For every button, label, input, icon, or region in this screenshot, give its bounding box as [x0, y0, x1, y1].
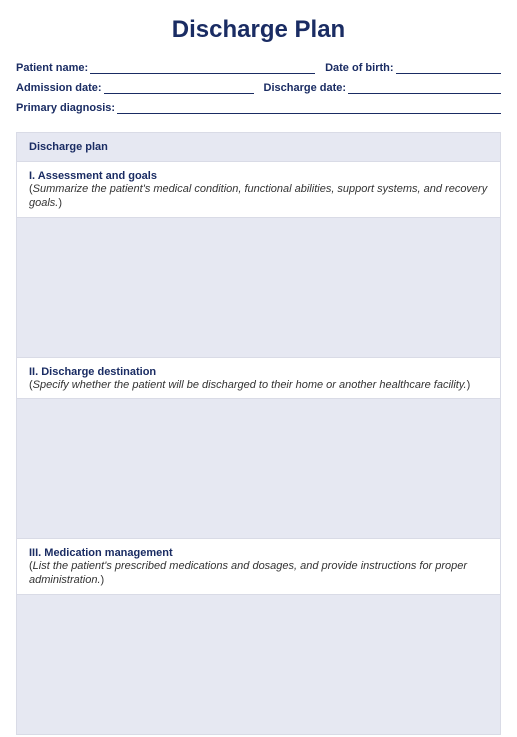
discharge-date-input[interactable]	[348, 80, 501, 94]
subsection-assessment: I. Assessment and goals (Summarize the p…	[17, 162, 500, 358]
subsection-header: I. Assessment and goals (Summarize the p…	[17, 162, 500, 217]
primary-diagnosis-label: Primary diagnosis:	[16, 102, 117, 114]
admission-date-field: Admission date:	[16, 80, 254, 94]
discharge-date-field: Discharge date:	[264, 80, 502, 94]
assessment-entry-area[interactable]	[17, 217, 500, 357]
subsection-instruction: (Specify whether the patient will be dis…	[29, 379, 488, 393]
dob-label: Date of birth:	[325, 62, 395, 74]
subsection-title: III. Medication management	[29, 547, 488, 559]
patient-name-label: Patient name:	[16, 62, 90, 74]
patient-name-input[interactable]	[90, 60, 315, 74]
admission-date-input[interactable]	[104, 80, 254, 94]
patient-info-block: Patient name: Date of birth: Admission d…	[16, 60, 501, 114]
subsection-medication: III. Medication management (List the pat…	[17, 539, 500, 734]
patient-name-field: Patient name:	[16, 60, 315, 74]
subsection-header: II. Discharge destination (Specify wheth…	[17, 358, 500, 399]
discharge-plan-section: Discharge plan I. Assessment and goals (…	[16, 132, 501, 735]
admission-date-label: Admission date:	[16, 82, 104, 94]
discharge-plan-header: Discharge plan	[17, 133, 500, 162]
info-row: Patient name: Date of birth:	[16, 60, 501, 74]
dob-input[interactable]	[396, 60, 501, 74]
destination-entry-area[interactable]	[17, 398, 500, 538]
subsection-title: I. Assessment and goals	[29, 170, 488, 182]
subsection-destination: II. Discharge destination (Specify wheth…	[17, 358, 500, 540]
info-row: Admission date: Discharge date:	[16, 80, 501, 94]
page-title: Discharge Plan	[16, 16, 501, 44]
primary-diagnosis-input[interactable]	[117, 100, 501, 114]
subsection-instruction: (Summarize the patient's medical conditi…	[29, 183, 488, 211]
info-row: Primary diagnosis:	[16, 100, 501, 114]
subsection-header: III. Medication management (List the pat…	[17, 539, 500, 594]
dob-field: Date of birth:	[325, 60, 501, 74]
medication-entry-area[interactable]	[17, 594, 500, 734]
subsection-instruction: (List the patient's prescribed medicatio…	[29, 560, 488, 588]
subsection-title: II. Discharge destination	[29, 366, 488, 378]
discharge-date-label: Discharge date:	[264, 82, 349, 94]
primary-diagnosis-field: Primary diagnosis:	[16, 100, 501, 114]
